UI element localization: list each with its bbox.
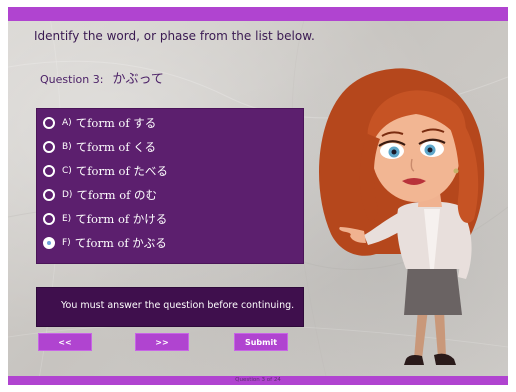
option-letter: E) bbox=[62, 214, 72, 224]
radio-empty-icon[interactable] bbox=[43, 165, 55, 177]
radio-filled-icon[interactable] bbox=[43, 237, 55, 249]
question-word: かぶって bbox=[112, 72, 164, 87]
radio-empty-icon[interactable] bbox=[43, 141, 55, 153]
validation-message: You must answer the question before cont… bbox=[61, 300, 295, 311]
option-letter: D) bbox=[62, 190, 73, 200]
radio-empty-icon[interactable] bbox=[43, 189, 55, 201]
stage: Identify the word, or phase from the lis… bbox=[0, 0, 516, 392]
option-c[interactable]: C) てform of たべる bbox=[43, 161, 293, 181]
option-b[interactable]: B) てform of くる bbox=[43, 137, 293, 157]
option-letter: F) bbox=[62, 238, 71, 248]
option-e[interactable]: E) てform of かける bbox=[43, 209, 293, 229]
previous-button[interactable]: << bbox=[38, 333, 92, 351]
option-text: てform of くる bbox=[75, 140, 157, 154]
option-text: てform of する bbox=[75, 116, 157, 130]
option-f[interactable]: F) てform of かぶる bbox=[43, 233, 293, 253]
validation-message-box: You must answer the question before cont… bbox=[36, 287, 304, 327]
top-bar bbox=[8, 7, 508, 21]
submit-button[interactable]: Submit bbox=[234, 333, 288, 351]
option-text: てform of たべる bbox=[75, 164, 168, 178]
option-text: てform of かける bbox=[75, 212, 168, 226]
option-letter: A) bbox=[62, 118, 72, 128]
instruction-text: Identify the word, or phase from the lis… bbox=[34, 29, 315, 43]
option-letter: B) bbox=[62, 142, 72, 152]
option-d[interactable]: D) てform of のむ bbox=[43, 185, 293, 205]
next-button[interactable]: >> bbox=[135, 333, 189, 351]
option-text: てform of のむ bbox=[76, 188, 158, 202]
radio-empty-icon[interactable] bbox=[43, 213, 55, 225]
option-text: てform of かぶる bbox=[74, 236, 167, 250]
tutor-character-illustration bbox=[319, 68, 485, 365]
radio-empty-icon[interactable] bbox=[43, 117, 55, 129]
option-a[interactable]: A) てform of する bbox=[43, 113, 293, 133]
question-progress: Question 3 of 24 bbox=[235, 377, 281, 383]
question-heading: Question 3: かぶって bbox=[40, 68, 164, 87]
question-label: Question 3: bbox=[40, 73, 104, 86]
option-letter: C) bbox=[62, 166, 72, 176]
quiz-slide: Identify the word, or phase from the lis… bbox=[8, 7, 508, 385]
answer-options-panel: A) てform of する B) てform of くる C) てform o… bbox=[36, 108, 304, 264]
